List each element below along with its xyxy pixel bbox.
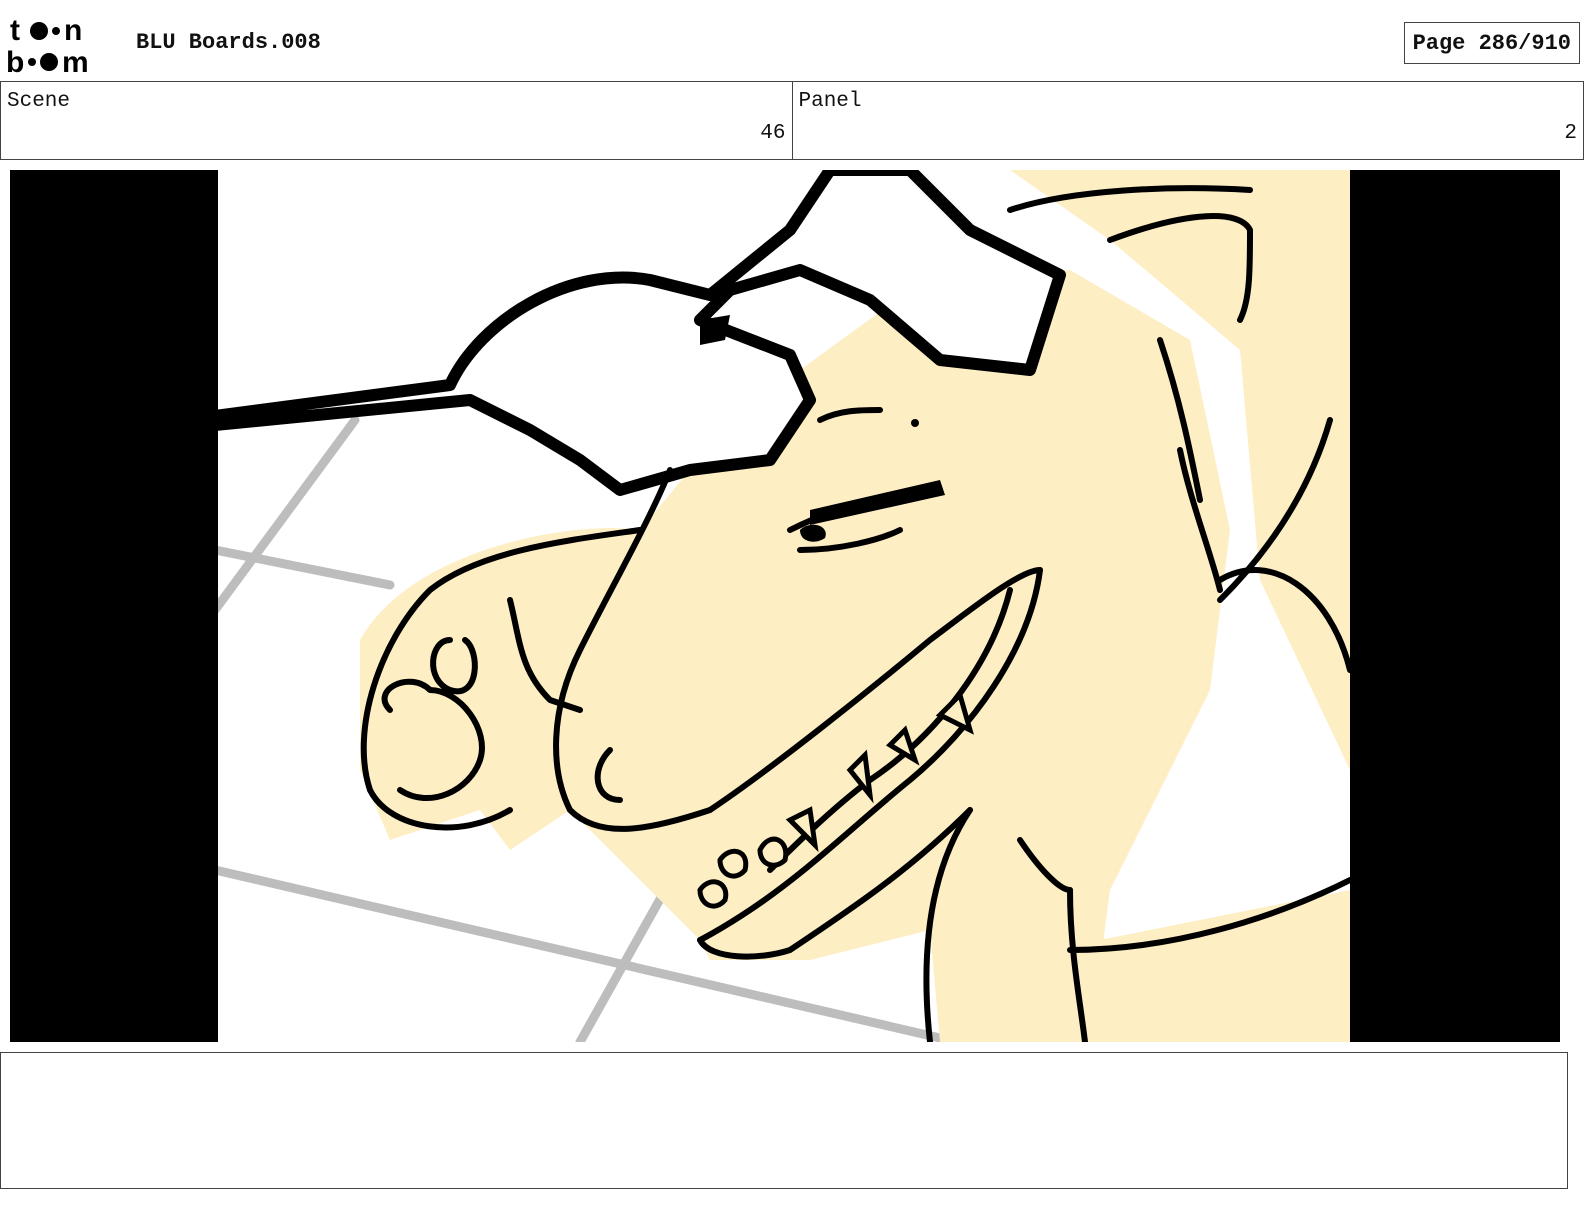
svg-text:b: b [6,46,24,76]
page-indicator: Page 286/910 [1403,22,1580,64]
toonboom-logo: t n b m [6,14,89,76]
panel-number: 2 [1564,122,1577,145]
scene-cell: Scene 46 [1,82,792,159]
notes-box [0,1052,1568,1189]
storyboard-frame [10,170,1560,1042]
svg-text:t: t [10,14,20,47]
panel-label: Panel [798,90,862,113]
scene-panel-row: Scene 46 Panel 2 [0,81,1584,160]
scene-number: 46 [760,122,786,145]
panel-cell: Panel 2 [791,82,1584,159]
letterbox-right [1350,170,1560,1042]
letterbox-left [10,170,218,1042]
svg-text:n: n [64,14,82,47]
scene-label: Scene [7,90,71,113]
panel-drawing [10,170,1560,1042]
svg-text:m: m [62,46,89,76]
document-title: BLU Boards.008 [136,30,321,55]
